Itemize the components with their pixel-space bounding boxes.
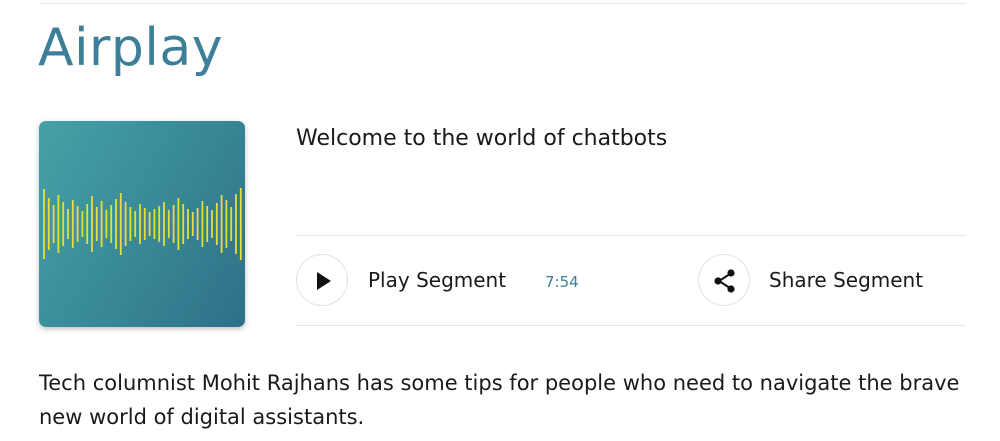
share-button[interactable] [698, 254, 750, 306]
section-title: Airplay [38, 18, 223, 78]
segment-artwork [39, 121, 245, 327]
play-icon [317, 272, 331, 290]
segment-title[interactable]: Welcome to the world of chatbots [296, 126, 667, 151]
top-divider [39, 3, 966, 4]
play-button[interactable] [296, 254, 348, 306]
share-icon [714, 269, 735, 293]
segment-page: Airplay Welcome to the world of chatbots… [0, 0, 1000, 441]
controls-bottom-divider [296, 325, 966, 326]
segment-duration: 7:54 [545, 273, 579, 291]
controls-top-divider [296, 235, 966, 236]
segment-controls: Play Segment 7:54 Share Segment [296, 254, 966, 308]
share-segment-label[interactable]: Share Segment [769, 268, 923, 292]
play-segment-label[interactable]: Play Segment [368, 268, 506, 292]
audio-waveform-icon [43, 188, 242, 260]
segment-description: Tech columnist Mohit Rajhans has some ti… [39, 371, 960, 429]
